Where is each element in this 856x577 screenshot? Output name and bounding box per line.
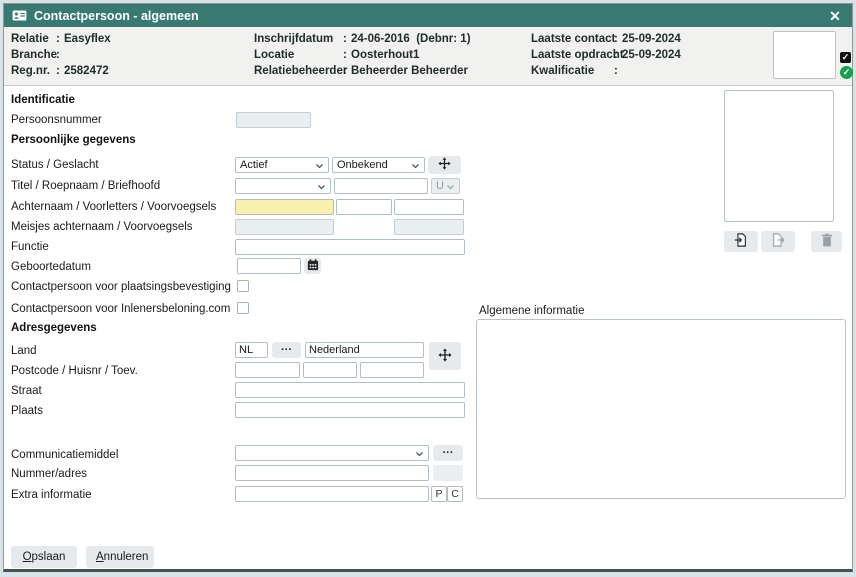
algemene-informatie-textarea[interactable] (476, 319, 846, 499)
persoonsnummer-input (236, 112, 311, 128)
status-ok-icon: ✓ (840, 66, 853, 79)
straat-input[interactable] (235, 382, 465, 398)
plaatsingsbevestiging-label: Contactpersoon voor plaatsingsbevestigin… (11, 281, 231, 293)
briefhoofd-select: U (431, 178, 460, 194)
calendar-button[interactable] (304, 258, 321, 274)
postcode-label: Postcode / Huisnr / Toev. (11, 365, 138, 377)
extra-informatie-label: Extra informatie (11, 489, 92, 501)
meisjes-voorvoegsels-input (394, 219, 464, 235)
toevoeging-input[interactable] (360, 362, 424, 378)
plaats-label: Plaats (11, 405, 43, 417)
contact-card-icon (12, 10, 27, 21)
contact-photo-placeholder (724, 90, 834, 222)
chevron-down-icon (315, 156, 324, 174)
move-icon (438, 157, 451, 173)
status-select[interactable]: Actief (235, 157, 329, 173)
export-icon (771, 238, 785, 250)
achternaam-label: Achternaam / Voorletters / Voorvoegsels (11, 201, 216, 213)
communicatiemiddel-select[interactable] (235, 445, 429, 461)
communicatiemiddel-lookup-button[interactable]: ··· (433, 445, 463, 461)
functie-input[interactable] (235, 239, 465, 255)
land-naam-input[interactable] (305, 342, 424, 358)
straat-label: Straat (11, 385, 42, 397)
chevron-down-icon (411, 156, 420, 174)
land-code-input[interactable] (235, 342, 268, 358)
postcode-input[interactable] (235, 362, 300, 378)
geboortedatum-input[interactable] (237, 258, 301, 274)
roepnaam-input[interactable] (334, 178, 428, 194)
inlenersbeloning-checkbox[interactable] (237, 302, 249, 314)
opslaan-button[interactable]: Opslaan (11, 546, 77, 568)
section-identificatie: Identificatie (11, 94, 75, 106)
contactpersoon-dialog: Contactpersoon - algemeen ✕ Relatie : Ea… (3, 3, 853, 572)
chevron-down-icon (317, 177, 326, 195)
c-button[interactable]: C (447, 486, 463, 502)
achternaam-input[interactable] (235, 199, 334, 215)
land-lookup-button[interactable]: ··· (272, 342, 301, 358)
titel-select[interactable] (235, 178, 331, 194)
nummer-adres-action-button (433, 465, 463, 481)
annuleren-button[interactable]: Annuleren (86, 546, 154, 568)
communicatiemiddel-label: Communicatiemiddel (11, 449, 118, 461)
nummer-adres-label: Nummer/adres (11, 468, 87, 480)
dialog-title: Contactpersoon - algemeen (34, 9, 199, 23)
chevron-down-icon (415, 444, 424, 462)
move-icon (438, 348, 452, 365)
extra-informatie-input[interactable] (235, 486, 429, 502)
header-photo-placeholder (773, 31, 836, 79)
voorletters-input[interactable] (336, 199, 392, 215)
geslacht-select[interactable]: Onbekend (332, 157, 425, 173)
inlenersbeloning-label: Contactpersoon voor Inlenersbeloning.com (11, 303, 230, 315)
photo-delete-button (811, 231, 842, 252)
persoonsnummer-label: Persoonsnummer (11, 114, 102, 126)
land-label: Land (11, 345, 37, 357)
section-adresgegevens: Adresgegevens (11, 322, 97, 334)
header-checkbox-checked[interactable]: ✓ (840, 52, 851, 63)
nummer-adres-input[interactable] (235, 465, 429, 481)
p-button[interactable]: P (431, 486, 447, 502)
move-adres-button[interactable] (429, 342, 461, 370)
voorvoegsels-input[interactable] (394, 199, 464, 215)
photo-export-button (761, 231, 795, 252)
relation-header: Relatie : Easyflex Branche : Reg.nr. : 2… (4, 27, 852, 86)
title-bar: Contactpersoon - algemeen ✕ (4, 4, 852, 27)
status-geslacht-label: Status / Geslacht (11, 159, 99, 171)
meisjesnaam-label: Meisjes achternaam / Voorvoegsels (11, 221, 193, 233)
titel-roepnaam-briefhoofd-label: Titel / Roepnaam / Briefhoofd (11, 180, 160, 192)
close-icon[interactable]: ✕ (826, 7, 844, 25)
plaats-input[interactable] (235, 402, 465, 418)
meisjes-achternaam-input (235, 219, 334, 235)
functie-label: Functie (11, 241, 49, 253)
trash-icon (821, 238, 833, 250)
photo-import-button[interactable] (724, 231, 758, 252)
chevron-down-icon (446, 177, 455, 195)
calendar-icon (307, 259, 319, 274)
move-status-button[interactable] (428, 156, 461, 174)
algemene-informatie-label: Algemene informatie (479, 305, 584, 317)
plaatsingsbevestiging-checkbox[interactable] (237, 280, 249, 292)
huisnr-input[interactable] (303, 362, 357, 378)
section-persoonlijke-gegevens: Persoonlijke gegevens (11, 134, 136, 146)
import-icon (734, 238, 748, 250)
geboortedatum-label: Geboortedatum (11, 261, 91, 273)
